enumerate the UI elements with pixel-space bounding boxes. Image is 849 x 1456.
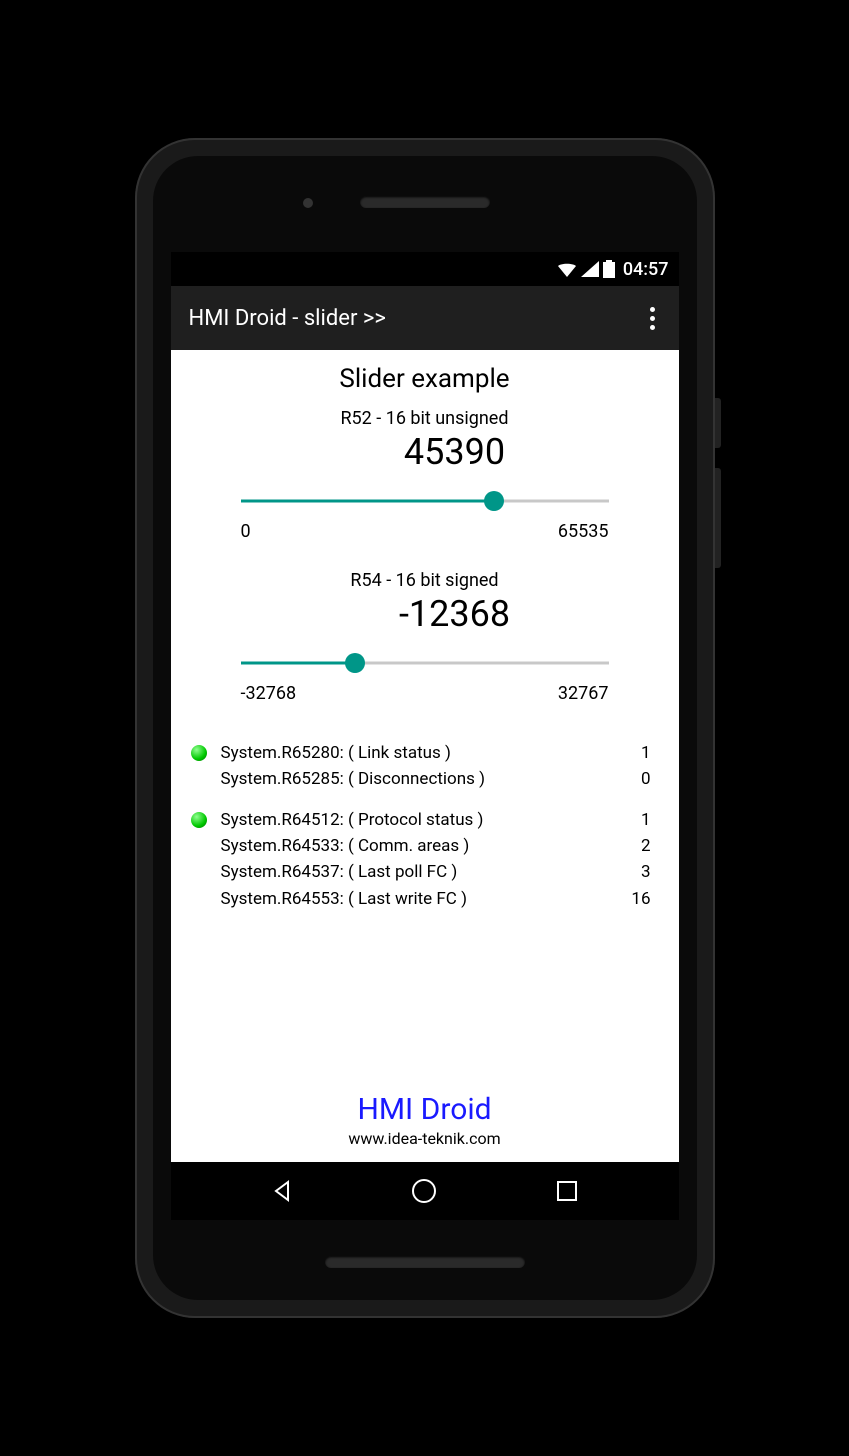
phone-frame: 04:57 HMI Droid - slider >> Slider examp…: [135, 138, 715, 1318]
battery-icon: [603, 260, 615, 278]
status-value: 1: [641, 807, 659, 833]
slider-2-label: R54 - 16 bit signed: [191, 570, 659, 591]
front-camera: [303, 198, 313, 208]
status-value: 2: [641, 833, 659, 859]
slider-1-thumb[interactable]: [484, 491, 504, 511]
slider-1: R52 - 16 bit unsigned 45390 0 65535: [191, 408, 659, 560]
screen: 04:57 HMI Droid - slider >> Slider examp…: [171, 252, 679, 1220]
status-value: 3: [641, 859, 659, 885]
status-label: System.R65285: ( Disconnections ): [221, 766, 641, 792]
slider-2-track[interactable]: [241, 649, 609, 677]
home-button[interactable]: [410, 1177, 438, 1205]
app-bar-title: HMI Droid - slider >>: [189, 306, 386, 331]
volume-button[interactable]: [715, 468, 721, 568]
slider-1-max: 65535: [558, 521, 609, 542]
slider-1-min: 0: [241, 521, 251, 542]
nav-bar: [171, 1162, 679, 1220]
status-list: System.R65280: ( Link status ) 1 System.…: [191, 740, 659, 912]
back-button[interactable]: [268, 1177, 296, 1205]
status-label: System.R64553: ( Last write FC ): [221, 886, 632, 912]
slider-2-range: -32768 32767: [241, 683, 609, 704]
footer: HMI Droid www.idea-teknik.com: [191, 1092, 659, 1154]
slider-1-label: R52 - 16 bit unsigned: [191, 408, 659, 429]
led-icon: [191, 745, 207, 761]
app-bar: HMI Droid - slider >>: [171, 286, 679, 350]
status-row: System.R65285: ( Disconnections ) 0: [191, 766, 659, 792]
status-value: 0: [641, 766, 659, 792]
power-button[interactable]: [715, 398, 721, 448]
speaker-top: [360, 196, 490, 208]
page-title: Slider example: [191, 364, 659, 394]
status-label: System.R64533: ( Comm. areas ): [221, 833, 641, 859]
speaker-bottom: [325, 1256, 525, 1268]
slider-2-value: -12368: [191, 593, 659, 635]
status-clock: 04:57: [623, 259, 669, 280]
status-row: System.R64533: ( Comm. areas ) 2: [191, 833, 659, 859]
footer-title: HMI Droid: [191, 1092, 659, 1127]
status-label: System.R64537: ( Last poll FC ): [221, 859, 641, 885]
slider-2-max: 32767: [558, 683, 609, 704]
overflow-menu-button[interactable]: [644, 301, 661, 336]
signal-icon: [581, 261, 599, 277]
status-value: 16: [631, 886, 658, 912]
status-value: 1: [641, 740, 659, 766]
slider-2-min: -32768: [241, 683, 297, 704]
slider-1-range: 0 65535: [241, 521, 609, 542]
status-label: System.R65280: ( Link status ): [221, 740, 641, 766]
footer-url: www.idea-teknik.com: [191, 1129, 659, 1148]
status-bar: 04:57: [171, 252, 679, 286]
slider-1-value: 45390: [191, 431, 659, 473]
status-row: System.R65280: ( Link status ) 1: [191, 740, 659, 766]
wifi-icon: [557, 261, 577, 277]
phone-inner: 04:57 HMI Droid - slider >> Slider examp…: [153, 156, 697, 1300]
slider-2-thumb[interactable]: [345, 653, 365, 673]
slider-1-track[interactable]: [241, 487, 609, 515]
status-label: System.R64512: ( Protocol status ): [221, 807, 641, 833]
led-icon: [191, 812, 207, 828]
status-row: System.R64553: ( Last write FC ) 16: [191, 886, 659, 912]
content-area: Slider example R52 - 16 bit unsigned 453…: [171, 350, 679, 1162]
status-row: System.R64537: ( Last poll FC ) 3: [191, 859, 659, 885]
status-row: System.R64512: ( Protocol status ) 1: [191, 807, 659, 833]
recent-apps-button[interactable]: [553, 1177, 581, 1205]
slider-2: R54 - 16 bit signed -12368 -32768 32767: [191, 570, 659, 722]
